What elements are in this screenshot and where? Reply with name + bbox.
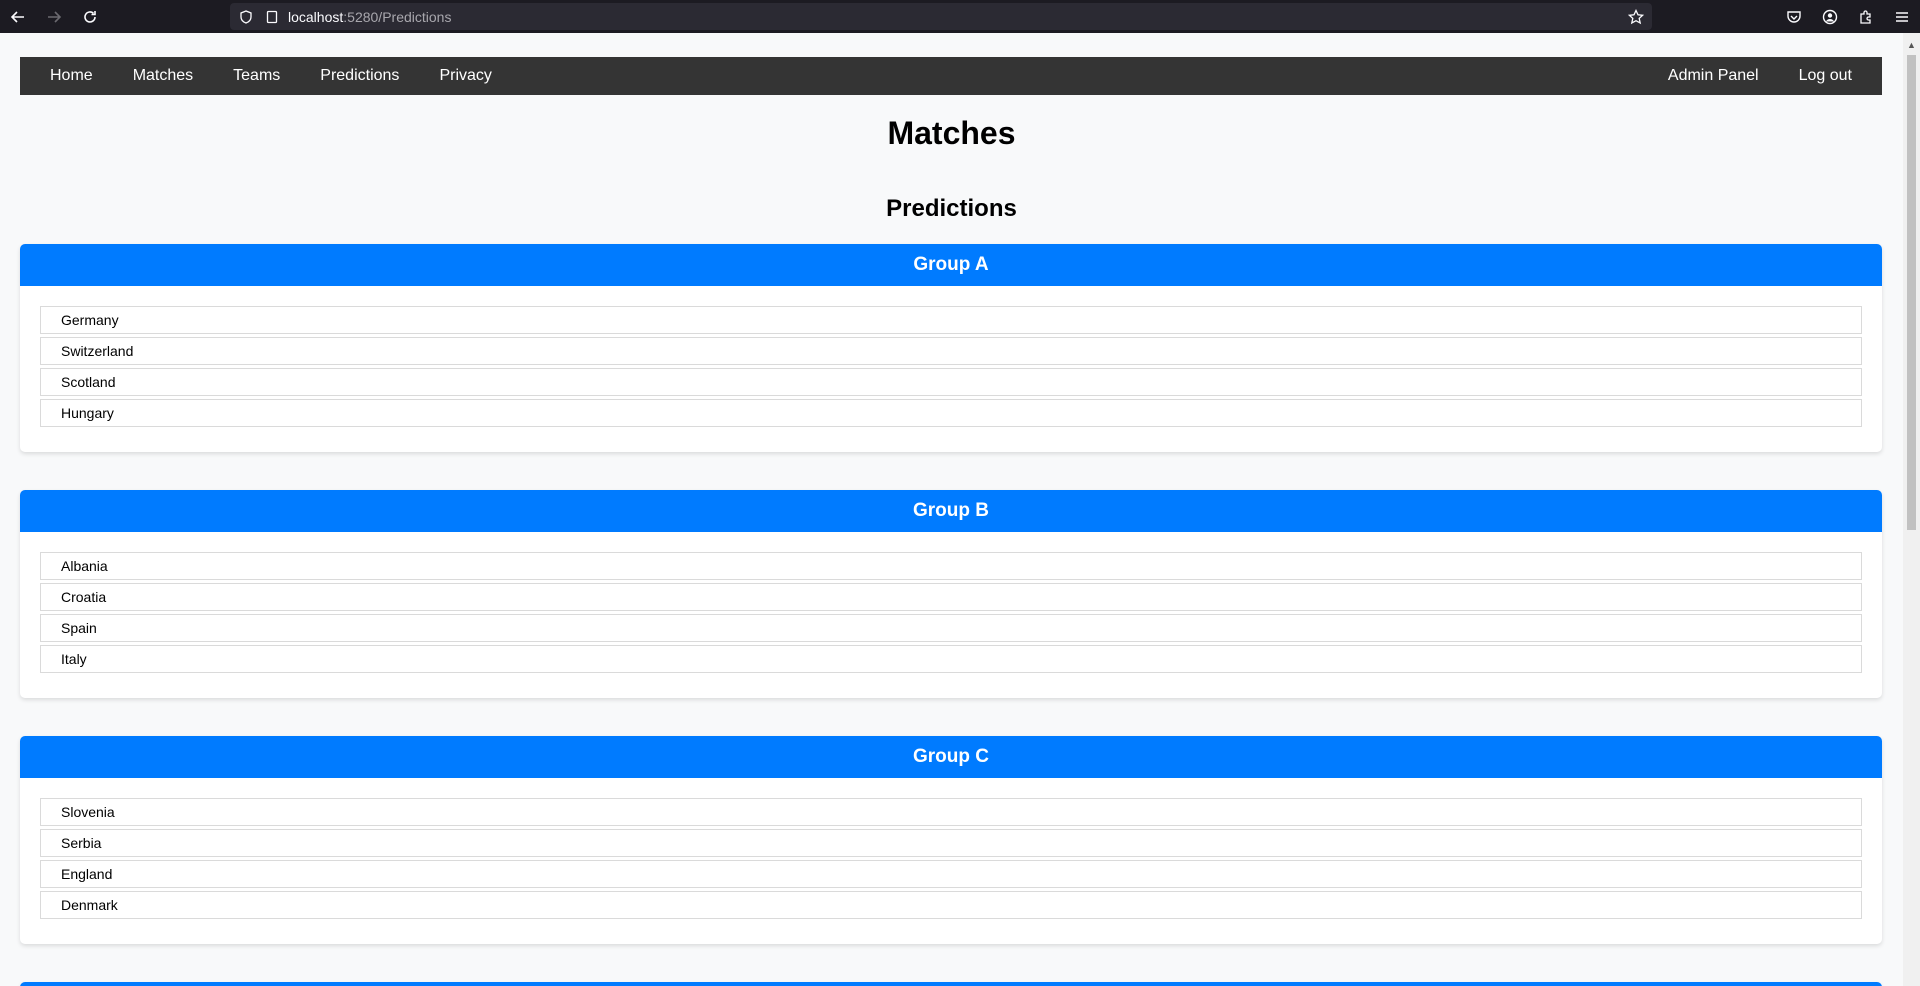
- group-card: Group B Albania Croatia Spain Italy: [20, 490, 1882, 698]
- team-row[interactable]: England: [40, 860, 1862, 888]
- address-bar[interactable]: localhost:5280/Predictions: [230, 3, 1652, 30]
- nav-link-log-out[interactable]: Log out: [1779, 57, 1882, 95]
- page-title: Matches: [887, 115, 1016, 151]
- group-header: [20, 982, 1882, 986]
- group-card: Group A Germany Switzerland Scotland Hun…: [20, 244, 1882, 452]
- forward-icon[interactable]: [36, 0, 72, 33]
- pocket-icon[interactable]: [1776, 0, 1812, 33]
- group-card: Group C Slovenia Serbia England Denmark: [20, 736, 1882, 944]
- nav-link-admin-panel[interactable]: Admin Panel: [1648, 57, 1779, 95]
- team-row[interactable]: Italy: [40, 645, 1862, 673]
- scroll-up-arrow-icon[interactable]: ▲: [1903, 39, 1920, 51]
- shield-icon[interactable]: [236, 3, 256, 30]
- group-card: [20, 982, 1882, 986]
- team-row[interactable]: Switzerland: [40, 337, 1862, 365]
- team-row[interactable]: Serbia: [40, 829, 1862, 857]
- team-row[interactable]: Slovenia: [40, 798, 1862, 826]
- team-row[interactable]: Scotland: [40, 368, 1862, 396]
- nav-link-privacy[interactable]: Privacy: [419, 57, 511, 95]
- group-header: Group A: [20, 244, 1882, 286]
- back-icon[interactable]: [0, 0, 36, 33]
- group-team-list: Albania Croatia Spain Italy: [20, 532, 1882, 698]
- team-row[interactable]: Albania: [40, 552, 1862, 580]
- team-row[interactable]: Hungary: [40, 399, 1862, 427]
- nav-link-home[interactable]: Home: [20, 57, 113, 95]
- extensions-icon[interactable]: [1848, 0, 1884, 33]
- menu-icon[interactable]: [1884, 0, 1920, 33]
- team-row[interactable]: Spain: [40, 614, 1862, 642]
- section-title: Predictions: [886, 195, 1017, 222]
- url-host: localhost: [288, 8, 344, 25]
- url-path: :5280/Predictions: [343, 8, 452, 25]
- group-header: Group C: [20, 736, 1882, 778]
- group-team-list: Slovenia Serbia England Denmark: [20, 778, 1882, 944]
- account-icon[interactable]: [1812, 0, 1848, 33]
- page-viewport: Home Matches Teams Predictions Privacy A…: [0, 33, 1903, 986]
- page-icon[interactable]: [262, 3, 282, 30]
- group-team-list: Germany Switzerland Scotland Hungary: [20, 286, 1882, 452]
- team-row[interactable]: Denmark: [40, 891, 1862, 919]
- page-scrollbar[interactable]: ▲: [1903, 33, 1920, 986]
- browser-toolbar: localhost:5280/Predictions: [0, 0, 1920, 33]
- nav-link-predictions[interactable]: Predictions: [300, 57, 419, 95]
- reload-icon[interactable]: [72, 0, 108, 33]
- group-header: Group B: [20, 490, 1882, 532]
- team-row[interactable]: Croatia: [40, 583, 1862, 611]
- nav-link-matches[interactable]: Matches: [113, 57, 213, 95]
- nav-link-teams[interactable]: Teams: [213, 57, 300, 95]
- scroll-thumb[interactable]: [1907, 55, 1916, 530]
- main-navbar: Home Matches Teams Predictions Privacy A…: [20, 57, 1882, 95]
- url-text[interactable]: localhost:5280/Predictions: [288, 9, 451, 25]
- star-icon[interactable]: [1628, 3, 1644, 30]
- team-row[interactable]: Germany: [40, 306, 1862, 334]
